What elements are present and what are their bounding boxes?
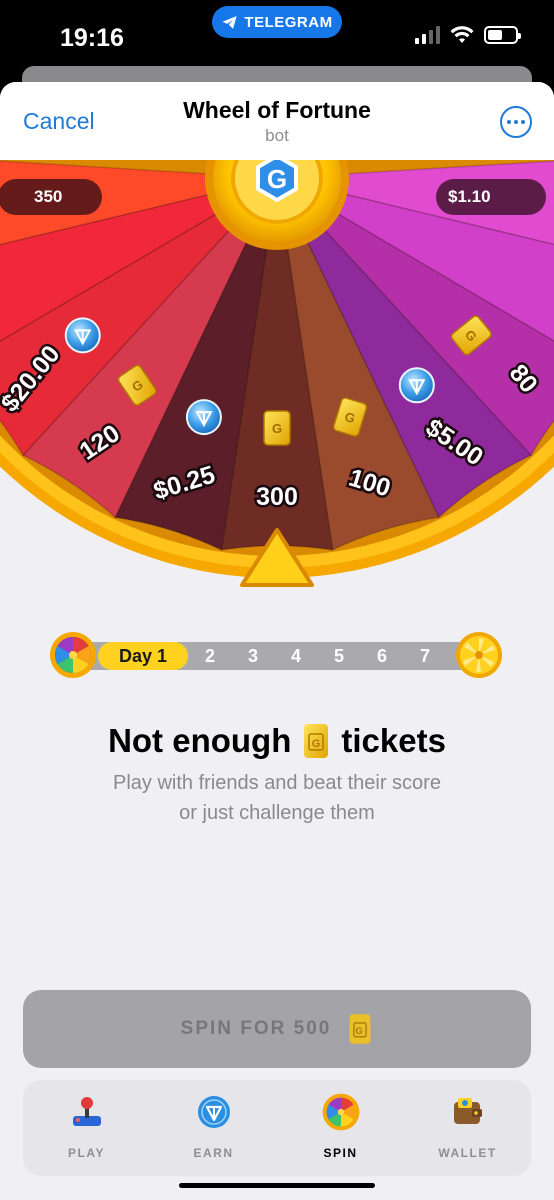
wheel-center-logo: G	[267, 164, 287, 194]
streak-day-7: 7	[420, 646, 431, 666]
streak-day-3: 3	[248, 646, 259, 666]
reward-coin-icon	[456, 632, 502, 678]
svg-text:G: G	[312, 738, 321, 750]
ton-coin-icon	[197, 1096, 230, 1128]
message-line-1: Play with friends and beat their score	[113, 772, 441, 794]
more-button[interactable]	[500, 106, 532, 138]
wifi-icon	[450, 26, 474, 43]
tab-spin[interactable]: SPIN	[277, 1080, 404, 1176]
spin-button[interactable]: SPIN FOR 500 G	[23, 990, 531, 1068]
telegram-pill-label: TELEGRAM	[244, 13, 333, 31]
tab-spin-label: SPIN	[323, 1146, 358, 1160]
g-logo-icon: G	[256, 160, 298, 203]
tab-play-label: PLAY	[68, 1146, 105, 1160]
bottom-tab-bar: PLAY EARN SPIN WALLET	[23, 1080, 531, 1176]
tab-earn[interactable]: EARN	[150, 1080, 277, 1176]
telegram-pill[interactable]: TELEGRAM	[212, 6, 342, 38]
tab-wallet-label: WALLET	[438, 1146, 497, 1160]
status-icons	[415, 26, 521, 44]
ton-coin-icon	[185, 399, 222, 436]
streak-day-6: 6	[377, 646, 388, 666]
wallet-icon	[453, 1098, 482, 1124]
spin-button-label: SPIN FOR 500	[180, 1018, 332, 1039]
ticket-icon: G	[349, 1014, 371, 1044]
message-line-2: or just challenge them	[179, 802, 375, 824]
ticket-icon: G	[304, 724, 329, 758]
ticket-balance-value: 350	[34, 187, 63, 206]
telegram-send-icon	[222, 15, 237, 29]
svg-text:G: G	[356, 1026, 365, 1037]
streak-day-5: 5	[334, 646, 345, 666]
fortune-wheel-icon	[322, 1093, 359, 1131]
wheel-graphic: G80$5.00G100G300$0.25G120$20.00 G	[0, 160, 554, 587]
battery-icon	[484, 26, 521, 44]
wheel-segment-label: 300	[256, 483, 298, 511]
joystick-icon	[72, 1097, 101, 1126]
status-bar: 19:16 TELEGRAM	[0, 0, 554, 70]
status-time: 19:16	[60, 24, 124, 52]
streak-day-2: 2	[205, 646, 216, 666]
more-dots-icon	[507, 120, 511, 124]
ton-coin-icon	[398, 367, 435, 404]
message-title-start: Not enough	[108, 722, 292, 759]
streak-day-active: Day 1	[98, 642, 188, 670]
page-title: Wheel of Fortune	[183, 97, 371, 123]
cellular-signal-icon	[415, 26, 440, 44]
mini-app-sheet: Cancel Wheel of Fortune bot G 80 $5.00 G…	[0, 82, 554, 1200]
page-subtitle: bot	[265, 126, 289, 145]
ton-coin-icon	[64, 317, 101, 354]
home-indicator	[179, 1183, 375, 1188]
tab-wallet[interactable]: WALLET	[404, 1080, 531, 1176]
ticket-icon: G	[263, 410, 291, 446]
tab-earn-label: EARN	[193, 1146, 234, 1160]
daily-streak: Day 1 2 3 4 5 6 7	[50, 630, 504, 680]
usd-balance-badge: $1.10	[436, 179, 546, 215]
mini-wheel-icon	[50, 632, 96, 678]
ticket-balance-badge: 350	[0, 179, 102, 215]
message-title-end: tickets	[341, 722, 446, 759]
tab-play[interactable]: PLAY	[23, 1080, 150, 1176]
svg-text:G: G	[272, 421, 282, 436]
not-enough-title: Not enough G tickets	[0, 722, 554, 760]
streak-day-4: 4	[291, 646, 302, 666]
usd-balance-value: $1.10	[448, 187, 491, 206]
nav-header: Cancel Wheel of Fortune bot	[0, 82, 554, 160]
fortune-wheel[interactable]: G 80 $5.00 G 100 G 300 $0.25 G 120 $20.00 G 350 $1…	[0, 160, 554, 600]
